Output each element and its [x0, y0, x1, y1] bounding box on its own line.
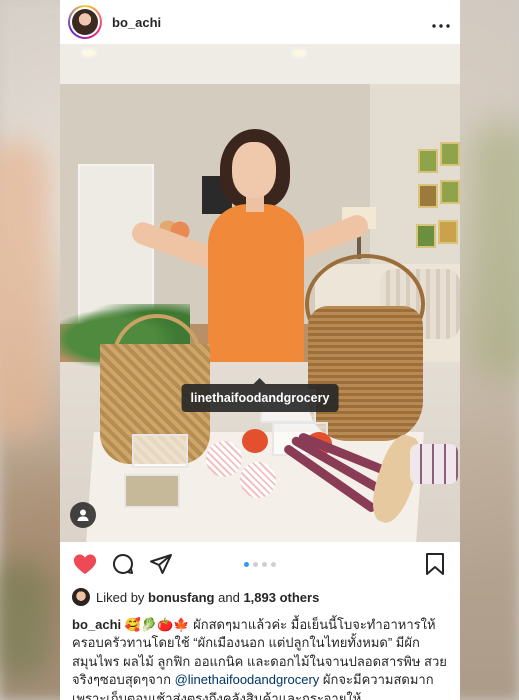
carousel-indicator [244, 561, 276, 567]
post-photo[interactable]: linethaifoodandgrocery [60, 44, 460, 542]
liked-by-joiner: and [218, 589, 240, 605]
post-header: bo_achi [60, 0, 460, 44]
caption-mention[interactable]: @linethaifoodandgrocery [175, 672, 320, 687]
profile-avatar[interactable] [68, 5, 102, 39]
comment-icon[interactable] [110, 551, 136, 577]
share-icon[interactable] [148, 551, 174, 577]
heart-icon[interactable] [72, 551, 98, 577]
likes-line: Liked by bonusfang and 1,893 others [60, 586, 460, 608]
caption-username[interactable]: bo_achi [72, 617, 121, 632]
background-blur-left-lower [0, 560, 50, 680]
liked-by-prefix: Liked by [96, 589, 145, 605]
likes-count[interactable]: 1,893 others [243, 590, 319, 605]
carousel-dot [262, 561, 267, 567]
liker-avatar[interactable] [72, 588, 90, 606]
user-tag-icon[interactable] [70, 502, 96, 528]
caption-emojis: 🥰🥬🍅🍁 [124, 617, 190, 632]
background-blur-left [0, 140, 50, 440]
background-blur-right [467, 120, 519, 380]
product-tag[interactable]: linethaifoodandgrocery [181, 384, 339, 412]
post-caption: bo_achi 🥰🥬🍅🍁 ผักสดๆมาแล้วค่ะ มื้อเย็นนี้… [60, 608, 460, 700]
carousel-dot [271, 561, 276, 567]
post-username[interactable]: bo_achi [112, 15, 432, 30]
liker-username[interactable]: bonusfang [148, 590, 214, 605]
instagram-post: bo_achi linethaifoodandgrocery Liked by … [60, 0, 460, 700]
action-bar [60, 542, 460, 586]
bookmark-icon[interactable] [422, 551, 448, 577]
carousel-dot-active [244, 561, 249, 567]
more-icon[interactable] [432, 13, 450, 31]
carousel-dot [253, 561, 258, 567]
